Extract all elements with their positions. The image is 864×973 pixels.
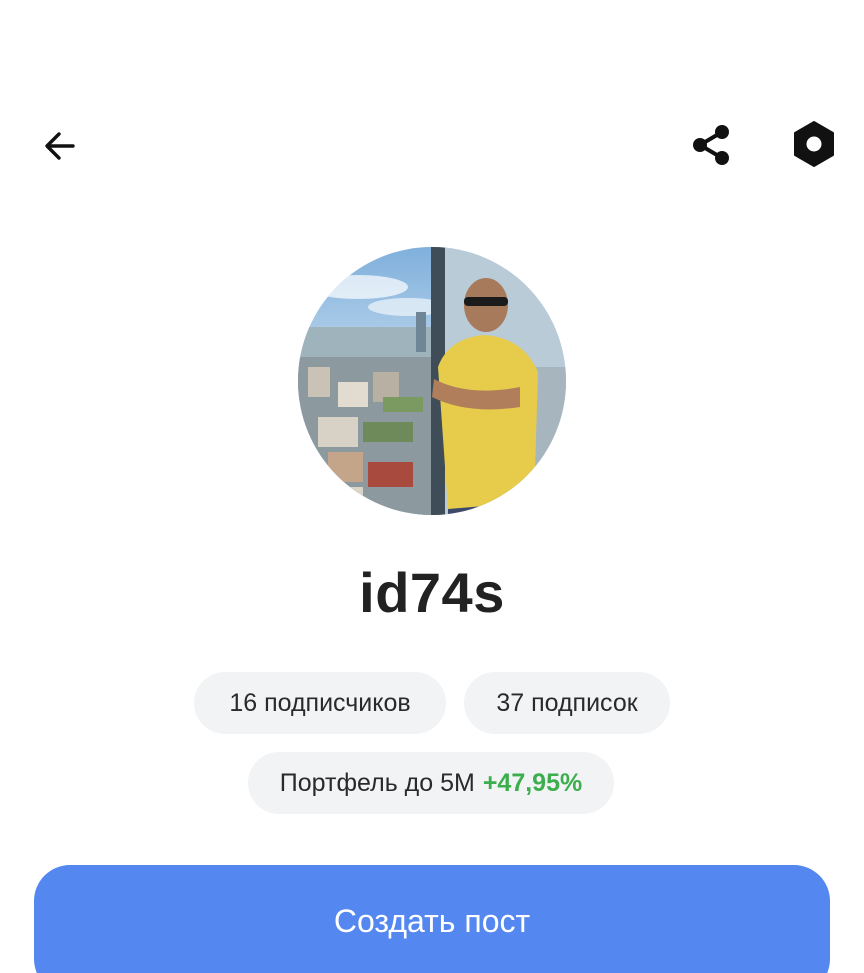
followers-label: 16 подписчиков	[229, 688, 411, 717]
arrow-left-icon	[45, 132, 75, 160]
username: id74s	[359, 561, 505, 624]
following-chip[interactable]: 37 подписок	[464, 672, 670, 734]
portfolio-chip[interactable]: Портфель до 5М +47,95%	[248, 752, 614, 814]
portfolio-label: Портфель до 5М	[279, 768, 475, 797]
profile-screen: id74s 16 подписчиков 37 подписок Портфел…	[0, 0, 864, 973]
create-post-button[interactable]: Создать пост	[34, 865, 830, 973]
share-button[interactable]	[686, 120, 736, 170]
back-button[interactable]	[36, 122, 84, 170]
avatar-photo	[298, 247, 566, 515]
settings-button[interactable]	[788, 118, 840, 170]
share-icon	[693, 125, 729, 165]
following-label: 37 подписок	[496, 688, 638, 717]
avatar[interactable]	[298, 247, 566, 515]
create-post-label: Создать пост	[333, 903, 531, 939]
settings-nut-icon	[794, 121, 834, 167]
followers-chip[interactable]: 16 подписчиков	[194, 672, 446, 734]
portfolio-gain: +47,95%	[482, 768, 583, 797]
